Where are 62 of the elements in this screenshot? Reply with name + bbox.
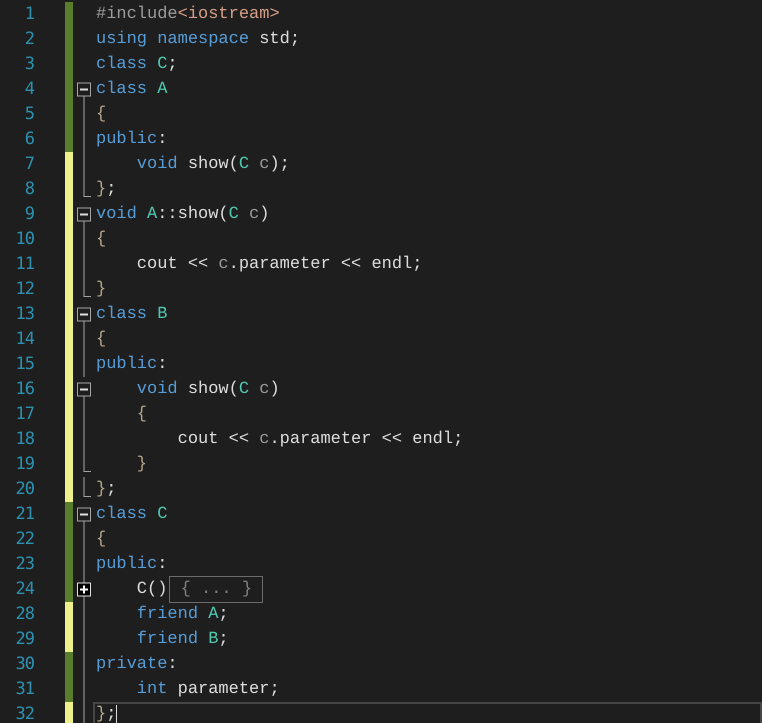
line-number: 23 bbox=[14, 552, 34, 576]
line-number: 11 bbox=[14, 252, 34, 276]
line-number: 30 bbox=[14, 652, 34, 676]
code-line: class C bbox=[95, 504, 168, 526]
code-line: { bbox=[95, 228, 108, 251]
code-line: class A bbox=[95, 78, 168, 101]
outline-end-guide bbox=[83, 277, 91, 297]
line-number: 9 bbox=[24, 202, 34, 226]
line-number: 29 bbox=[14, 628, 34, 651]
code-line: void show(C c); bbox=[136, 154, 291, 176]
line-number: 24 bbox=[14, 578, 34, 601]
line-number: 3 bbox=[24, 52, 34, 76]
outline-end-guide bbox=[83, 477, 91, 497]
code-line: }; bbox=[95, 178, 118, 201]
line-number: 22 bbox=[14, 528, 34, 551]
code-line: #include<iostream> bbox=[95, 4, 281, 26]
code-line: C() { ... } bbox=[93, 577, 762, 602]
line-number: 1 bbox=[24, 2, 34, 26]
line-number: 20 bbox=[14, 478, 34, 501]
outline-end-guide bbox=[83, 177, 91, 197]
code-line: { bbox=[136, 404, 148, 426]
code-line: } bbox=[95, 278, 108, 301]
code-line: public: bbox=[95, 354, 168, 376]
code-line: { bbox=[95, 328, 108, 351]
line-number: 13 bbox=[14, 302, 34, 326]
line-number: 19 bbox=[14, 452, 34, 476]
expand-icon[interactable] bbox=[77, 577, 91, 602]
code-line: void show(C c) bbox=[136, 378, 281, 401]
code-line: public: bbox=[95, 128, 168, 151]
code-line: void A::show(C c) bbox=[95, 204, 270, 226]
code-line: friend B; bbox=[136, 628, 230, 651]
code-line: } bbox=[136, 454, 148, 476]
code-line: class C; bbox=[95, 54, 179, 76]
line-number: 21 bbox=[14, 502, 34, 526]
code-line: { bbox=[95, 528, 108, 551]
line-number: 2 bbox=[24, 28, 34, 51]
line-number: 17 bbox=[14, 402, 34, 426]
line-number: 12 bbox=[14, 278, 34, 301]
line-number: 10 bbox=[14, 228, 34, 251]
code-line: public: bbox=[95, 554, 168, 576]
line-number: 7 bbox=[24, 152, 34, 176]
line-number: 28 bbox=[14, 602, 34, 626]
code-line: { bbox=[95, 104, 108, 126]
code-line: cout << c.parameter << endl; bbox=[176, 428, 464, 451]
code-line: using namespace std; bbox=[95, 28, 302, 51]
code-line: friend A; bbox=[136, 604, 230, 626]
line-number: 14 bbox=[14, 328, 34, 351]
line-number: 32 bbox=[14, 702, 34, 723]
line-number: 18 bbox=[14, 428, 34, 451]
line-number: 4 bbox=[24, 78, 34, 101]
outline-end-guide bbox=[83, 452, 91, 472]
code-line: int parameter; bbox=[136, 678, 281, 701]
code-line: }; bbox=[95, 478, 118, 501]
code-line: cout << c.parameter << endl; bbox=[136, 254, 424, 276]
line-number: 15 bbox=[14, 352, 34, 376]
line-number: 8 bbox=[24, 178, 34, 201]
code-line: private: bbox=[95, 654, 179, 676]
code-line: class B bbox=[95, 304, 168, 326]
line-number: 31 bbox=[14, 678, 34, 701]
line-number: 5 bbox=[24, 102, 34, 126]
line-number: 16 bbox=[14, 378, 34, 401]
line-number: 6 bbox=[24, 128, 34, 151]
